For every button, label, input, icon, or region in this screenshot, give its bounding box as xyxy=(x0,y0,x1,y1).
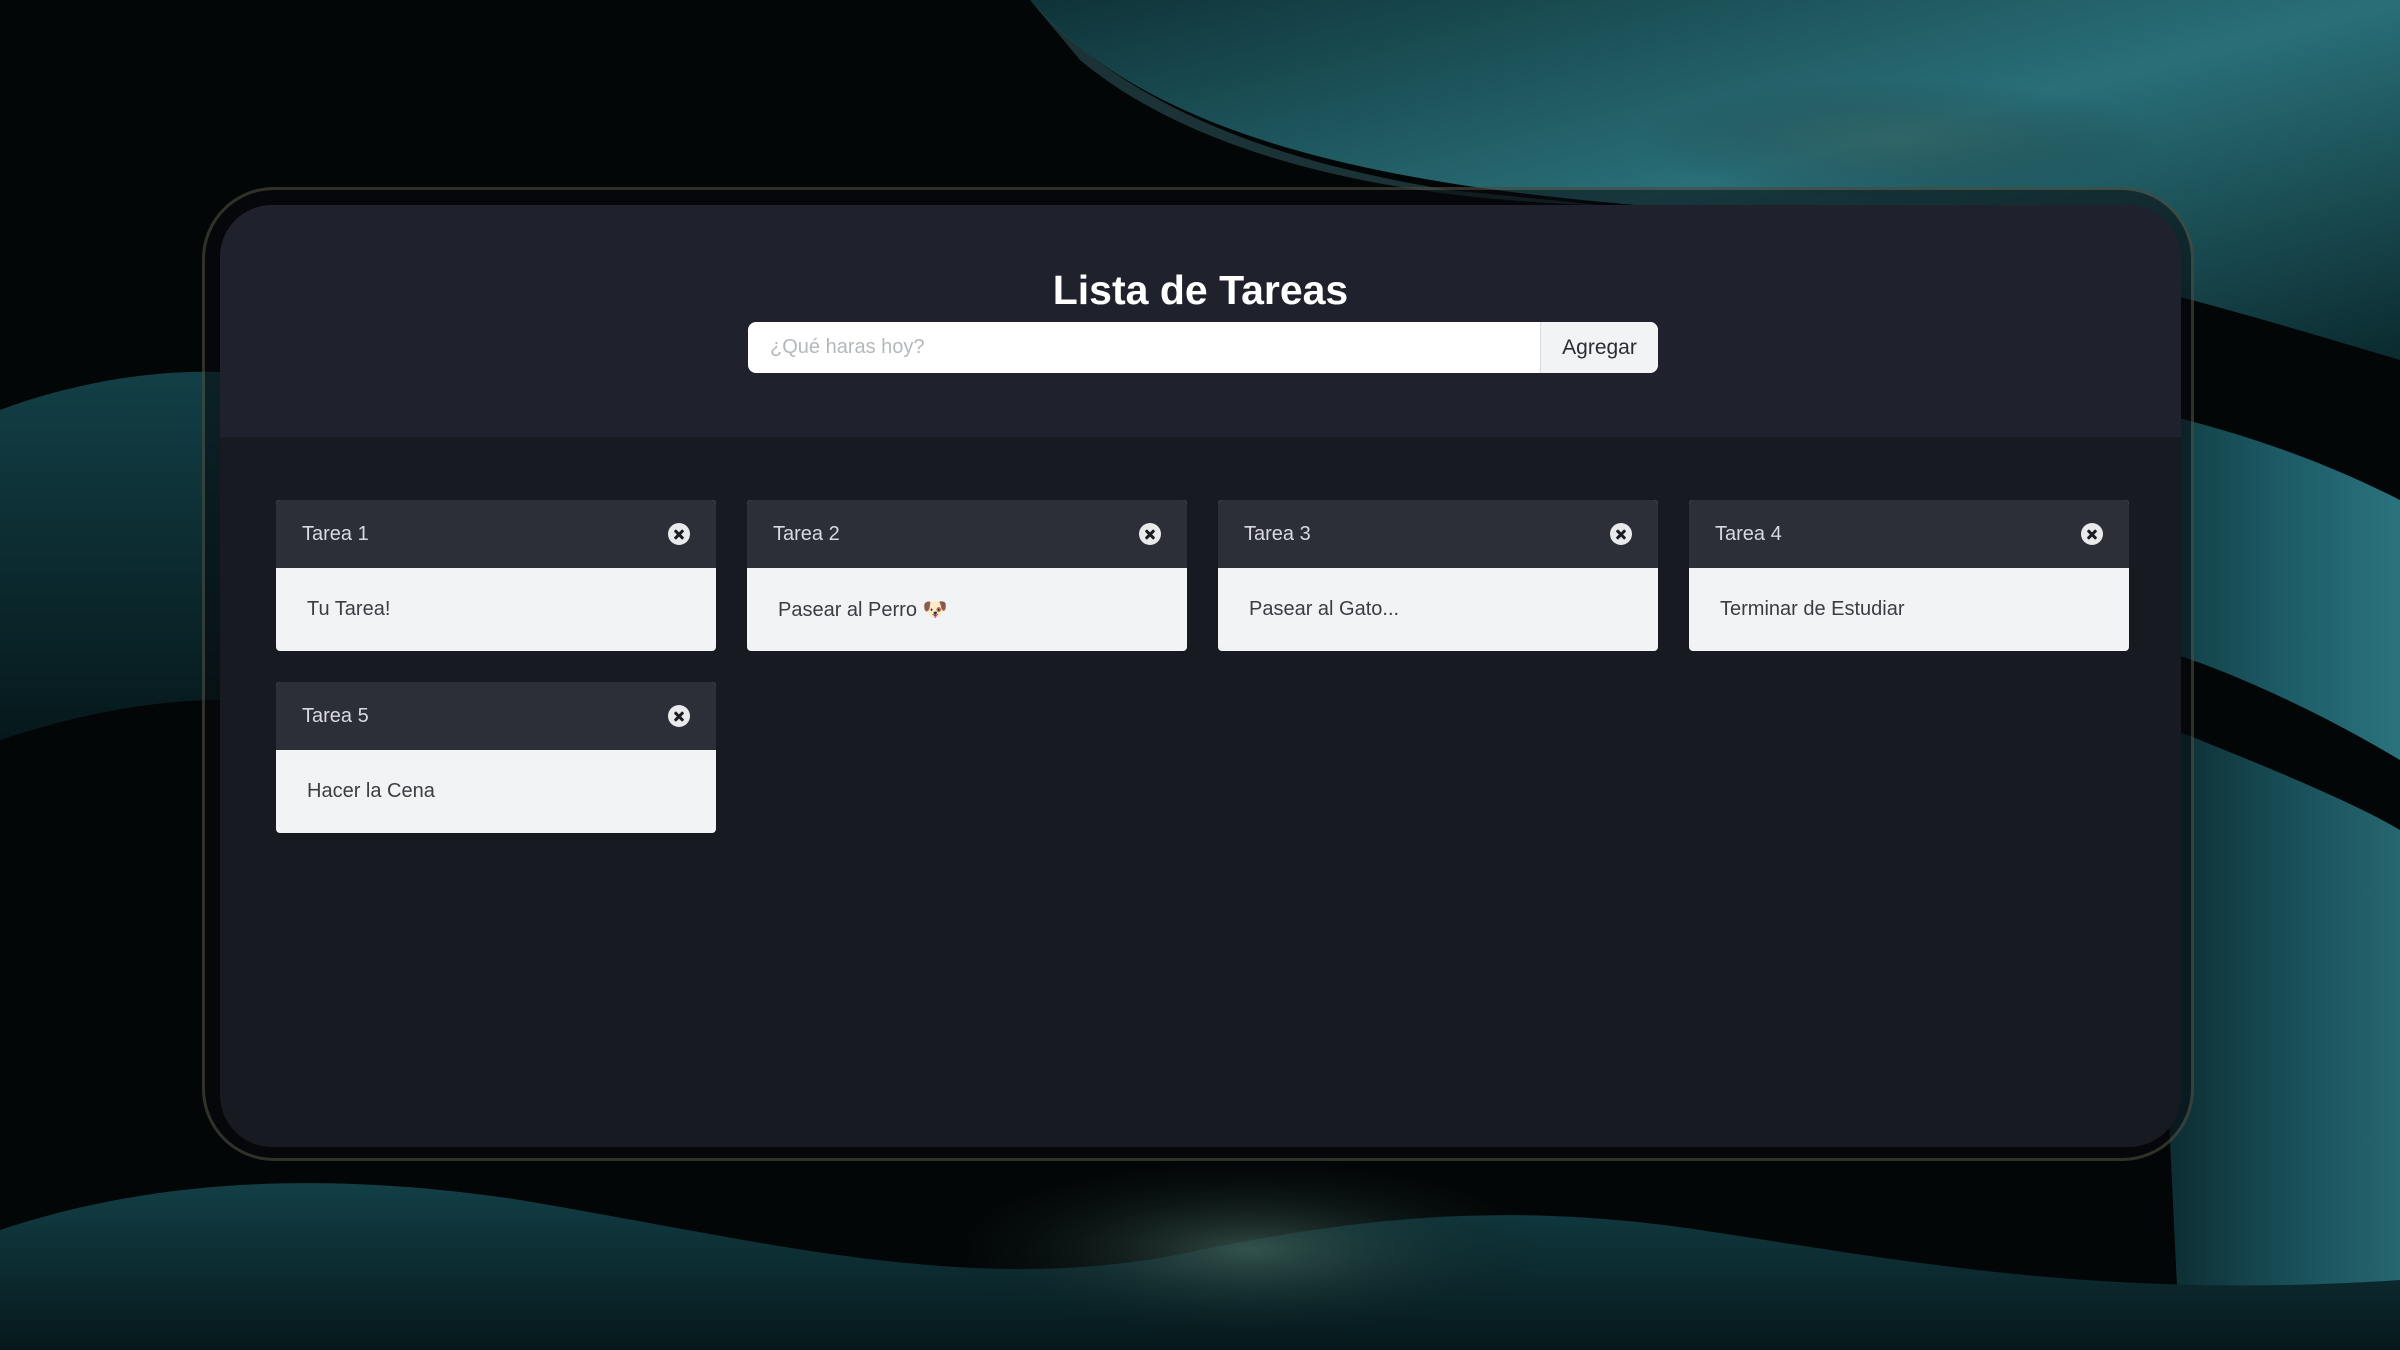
task-card-header: Tarea 1 xyxy=(276,500,716,568)
app-header: Lista de Tareas Agregar xyxy=(220,205,2181,437)
todo-app: Lista de Tareas Agregar Tarea 1 Tu Tarea… xyxy=(220,205,2181,1147)
task-card-header: Tarea 5 xyxy=(276,682,716,750)
task-text: Terminar de Estudiar xyxy=(1720,598,1905,620)
close-icon[interactable] xyxy=(1139,523,1161,545)
page-title: Lista de Tareas xyxy=(1052,267,1349,313)
task-card-header: Tarea 3 xyxy=(1218,500,1658,568)
task-card: Tarea 4 Terminar de Estudiar xyxy=(1689,500,2129,651)
task-text: Pasear al Perro 🐶 xyxy=(778,599,948,621)
add-task-form: Agregar xyxy=(748,322,1658,373)
task-text: Hacer la Cena xyxy=(307,780,435,802)
task-card-header: Tarea 2 xyxy=(747,500,1187,568)
task-title: Tarea 1 xyxy=(302,522,369,545)
task-title: Tarea 2 xyxy=(773,522,840,545)
task-card: Tarea 2 Pasear al Perro 🐶 xyxy=(747,500,1187,651)
task-card: Tarea 1 Tu Tarea! xyxy=(276,500,716,651)
task-card-header: Tarea 4 xyxy=(1689,500,2129,568)
task-grid: Tarea 1 Tu Tarea! Tarea 2 Pasear al Perr… xyxy=(276,500,2129,833)
task-text: Tu Tarea! xyxy=(307,598,391,620)
task-title: Tarea 3 xyxy=(1244,522,1311,545)
task-title: Tarea 4 xyxy=(1715,522,1782,545)
task-title: Tarea 5 xyxy=(302,704,369,727)
close-icon[interactable] xyxy=(668,523,690,545)
task-card: Tarea 5 Hacer la Cena xyxy=(276,682,716,833)
close-icon[interactable] xyxy=(668,705,690,727)
close-icon[interactable] xyxy=(2081,523,2103,545)
task-text: Pasear al Gato... xyxy=(1249,598,1400,620)
add-task-button[interactable]: Agregar xyxy=(1540,322,1658,373)
task-input[interactable] xyxy=(748,322,1540,373)
close-icon[interactable] xyxy=(1610,523,1632,545)
task-card: Tarea 3 Pasear al Gato... xyxy=(1218,500,1658,651)
